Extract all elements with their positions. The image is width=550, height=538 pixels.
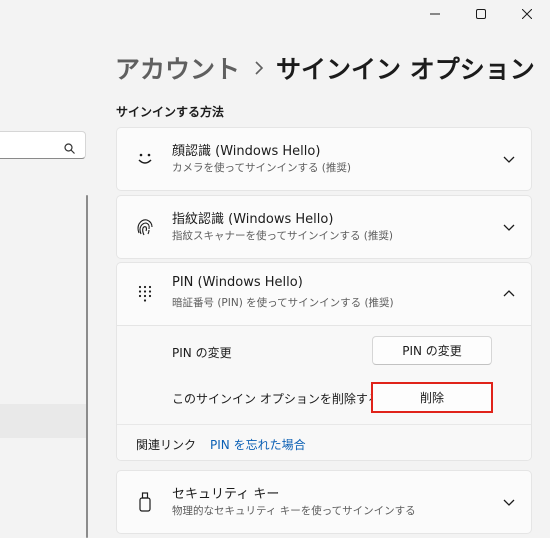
option-subtitle: 物理的なセキュリティ キーを使ってサインインする [172,505,416,517]
forgot-pin-link[interactable]: PIN を忘れた場合 [210,436,306,453]
option-face-recognition[interactable]: 顔認識 (Windows Hello) カメラを使ってサインインする (推奨) [116,127,532,191]
option-subtitle: 暗証番号 (PIN) を使ってサインインする (推奨) [172,297,394,309]
window-caption-controls [412,0,550,28]
change-pin-label: PIN の変更 [172,346,232,360]
keypad-icon [135,284,155,304]
chevron-up-icon [503,290,515,297]
chevron-down-icon [503,499,515,506]
remove-button[interactable]: 削除 [371,382,493,413]
fingerprint-icon [135,217,155,237]
maximize-icon [476,9,486,19]
search-icon [64,139,75,158]
nav-selected-item[interactable] [0,404,86,438]
chevron-down-icon [503,156,515,163]
option-pin: PIN (Windows Hello) 暗証番号 (PIN) を使ってサインイン… [116,262,532,461]
close-icon [522,9,532,19]
settings-search-input[interactable] [0,131,86,159]
maximize-button[interactable] [458,0,504,28]
pin-settings-panel: PIN の変更 PIN の変更 このサインイン オプションを削除する 削除 関連… [117,325,531,460]
minimize-button[interactable] [412,0,458,28]
option-fingerprint[interactable]: 指紋認識 (Windows Hello) 指紋スキャナーを使ってサインインする … [116,195,532,259]
face-icon [135,149,155,169]
option-pin-header[interactable]: PIN (Windows Hello) 暗証番号 (PIN) を使ってサインイン… [117,263,531,325]
option-security-key[interactable]: セキュリティ キー 物理的なセキュリティ キーを使ってサインインする [116,470,532,534]
nav-scrollbar[interactable] [86,195,88,538]
close-button[interactable] [504,0,550,28]
option-title: PIN (Windows Hello) [172,275,303,290]
chevron-right-icon [254,61,264,75]
change-pin-button[interactable]: PIN の変更 [372,336,492,365]
breadcrumb-parent[interactable]: アカウント [115,50,240,86]
related-links: 関連リンク PIN を忘れた場合 [117,424,531,463]
option-title: 指紋認識 (Windows Hello) [172,212,334,227]
remove-option-label: このサインイン オプションを削除する [172,392,380,406]
option-subtitle: 指紋スキャナーを使ってサインインする (推奨) [172,230,394,242]
option-title: 顔認識 (Windows Hello) [172,144,321,159]
related-links-label: 関連リンク [136,438,197,452]
option-subtitle: カメラを使ってサインインする (推奨) [172,162,352,174]
page-title: サインイン オプション [276,55,535,84]
usb-key-icon [135,492,155,512]
breadcrumb: アカウント サインイン オプション [115,50,535,86]
section-title: サインインする方法 [116,105,225,119]
minimize-icon [430,13,440,15]
option-title: セキュリティ キー [172,487,280,502]
chevron-down-icon [503,224,515,231]
